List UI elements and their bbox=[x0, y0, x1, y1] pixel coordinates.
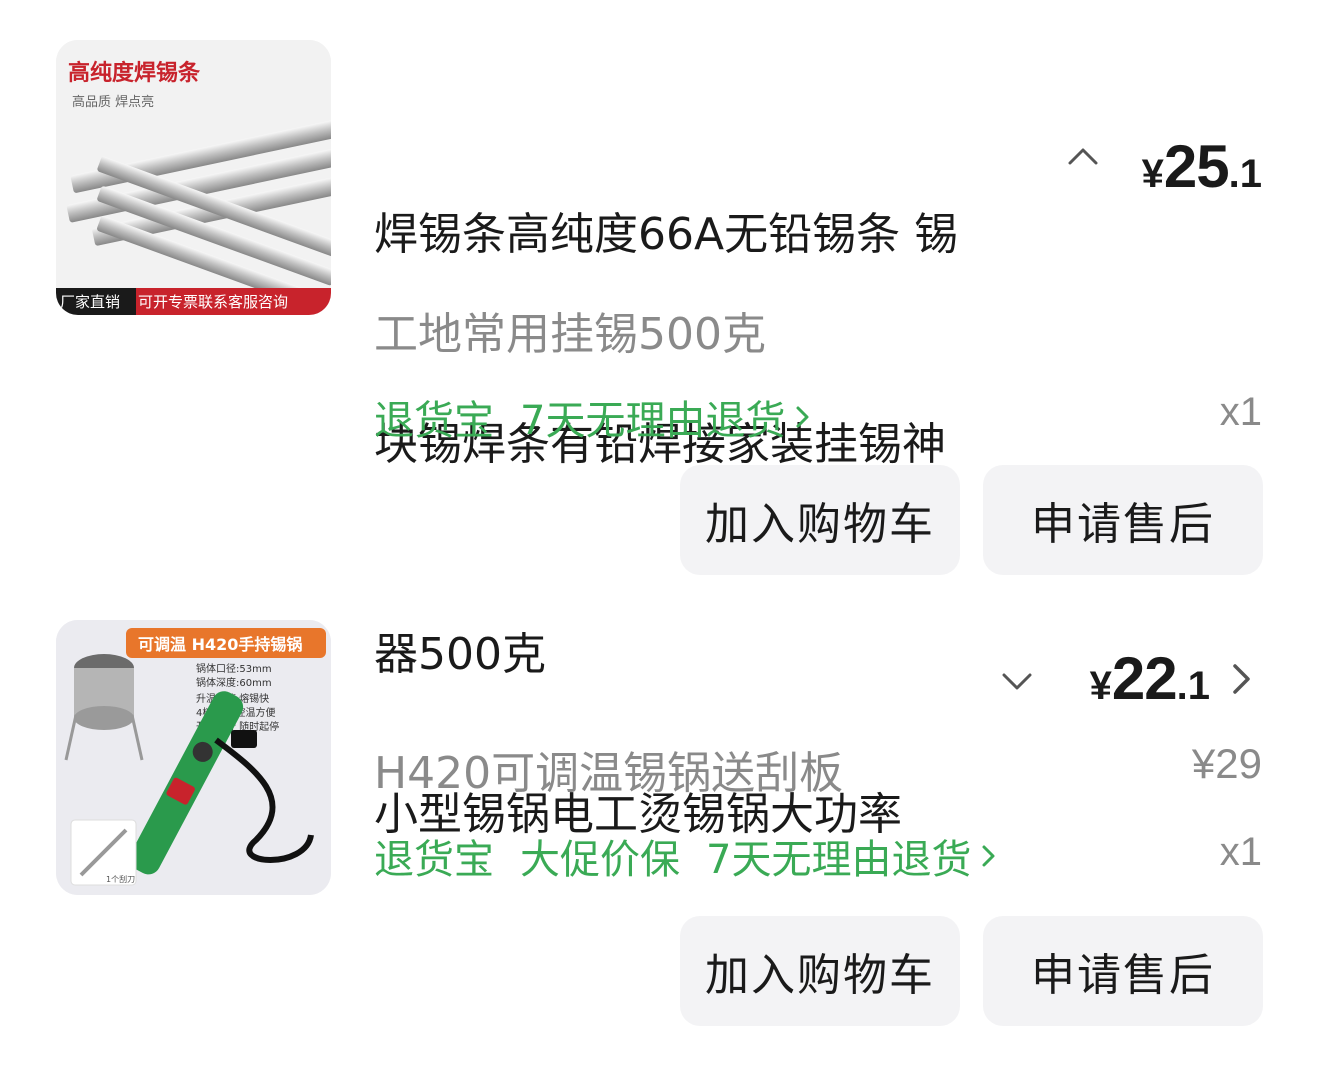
order-item: 高纯度焊锡条 高品质 焊点亮 厂家直销 可开专票联系客服咨询 焊锡条高纯度66A… bbox=[0, 0, 1320, 680]
service-tag-7day-return: 7天无理由退货 bbox=[706, 837, 972, 883]
solder-bars-image: 高纯度焊锡条 高品质 焊点亮 厂家直销 可开专票联系客服咨询 bbox=[56, 40, 331, 315]
after-sales-button[interactable]: 申请售后 bbox=[983, 916, 1263, 1026]
thumb-subline: 高品质 焊点亮 bbox=[72, 94, 154, 110]
thumb-banner-right: 可开专票联系客服咨询 bbox=[138, 293, 288, 311]
chevron-right-icon bbox=[796, 406, 809, 428]
price-decimal: .1 bbox=[1176, 664, 1210, 708]
chevron-right-icon[interactable] bbox=[1228, 660, 1254, 698]
thumb-accessory-label: 1个刮刀 bbox=[106, 874, 135, 884]
service-tag-return-insurance: 退货宝 bbox=[374, 398, 494, 444]
service-tag-price-protection: 大促价保 bbox=[520, 837, 680, 883]
chevron-down-icon[interactable] bbox=[1000, 670, 1034, 692]
solder-pot-image: 可调温 H420手持锡锅 锅体口径:53mm 锅体深度:60mm 升温迅速 熔锡… bbox=[56, 620, 331, 895]
product-title-line: 焊锡条高纯度66A无铅锡条 锡 bbox=[374, 209, 959, 260]
product-price: ¥22.1 bbox=[1090, 644, 1210, 713]
add-to-cart-button[interactable]: 加入购物车 bbox=[680, 465, 960, 575]
original-price: ¥29 bbox=[1191, 740, 1262, 787]
product-thumbnail[interactable]: 高纯度焊锡条 高品质 焊点亮 厂家直销 可开专票联系客服咨询 bbox=[56, 40, 331, 315]
chevron-right-icon bbox=[982, 845, 995, 867]
product-price: ¥25.1 bbox=[1142, 132, 1262, 201]
quantity: x1 bbox=[1219, 830, 1262, 874]
after-sales-button[interactable]: 申请售后 bbox=[983, 465, 1263, 575]
service-tag-7day-return: 7天无理由退货 bbox=[520, 398, 786, 444]
chevron-up-icon[interactable] bbox=[1066, 145, 1100, 167]
quantity: x1 bbox=[1219, 390, 1262, 434]
thumb-headline: 高纯度焊锡条 bbox=[68, 60, 201, 86]
product-spec: H420可调温锡锅送刮板 bbox=[374, 748, 844, 799]
add-to-cart-button[interactable]: 加入购物车 bbox=[680, 916, 960, 1026]
price-currency: ¥ bbox=[1089, 664, 1112, 708]
service-tags[interactable]: 退货宝 7天无理由退货 bbox=[374, 388, 813, 446]
price-decimal: .1 bbox=[1228, 152, 1262, 196]
price-integer: 22 bbox=[1111, 645, 1178, 712]
thumb-spec: 锅体口径:53mm bbox=[196, 662, 272, 675]
thumb-spec: 锅体深度:60mm bbox=[196, 676, 272, 689]
order-item: 可调温 H420手持锡锅 锅体口径:53mm 锅体深度:60mm 升温迅速 熔锡… bbox=[0, 600, 1320, 1065]
service-tags[interactable]: 退货宝 大促价保 7天无理由退货 bbox=[374, 827, 999, 885]
service-tag-return-insurance: 退货宝 bbox=[374, 837, 494, 883]
thumb-banner-left: 厂家直销 bbox=[60, 293, 120, 311]
product-thumbnail[interactable]: 可调温 H420手持锡锅 锅体口径:53mm 锅体深度:60mm 升温迅速 熔锡… bbox=[56, 620, 331, 895]
thumb-headline: 可调温 H420手持锡锅 bbox=[138, 635, 302, 654]
product-spec: 工地常用挂锡500克 bbox=[374, 309, 766, 360]
price-integer: 25 bbox=[1163, 133, 1230, 200]
price-currency: ¥ bbox=[1141, 152, 1164, 196]
